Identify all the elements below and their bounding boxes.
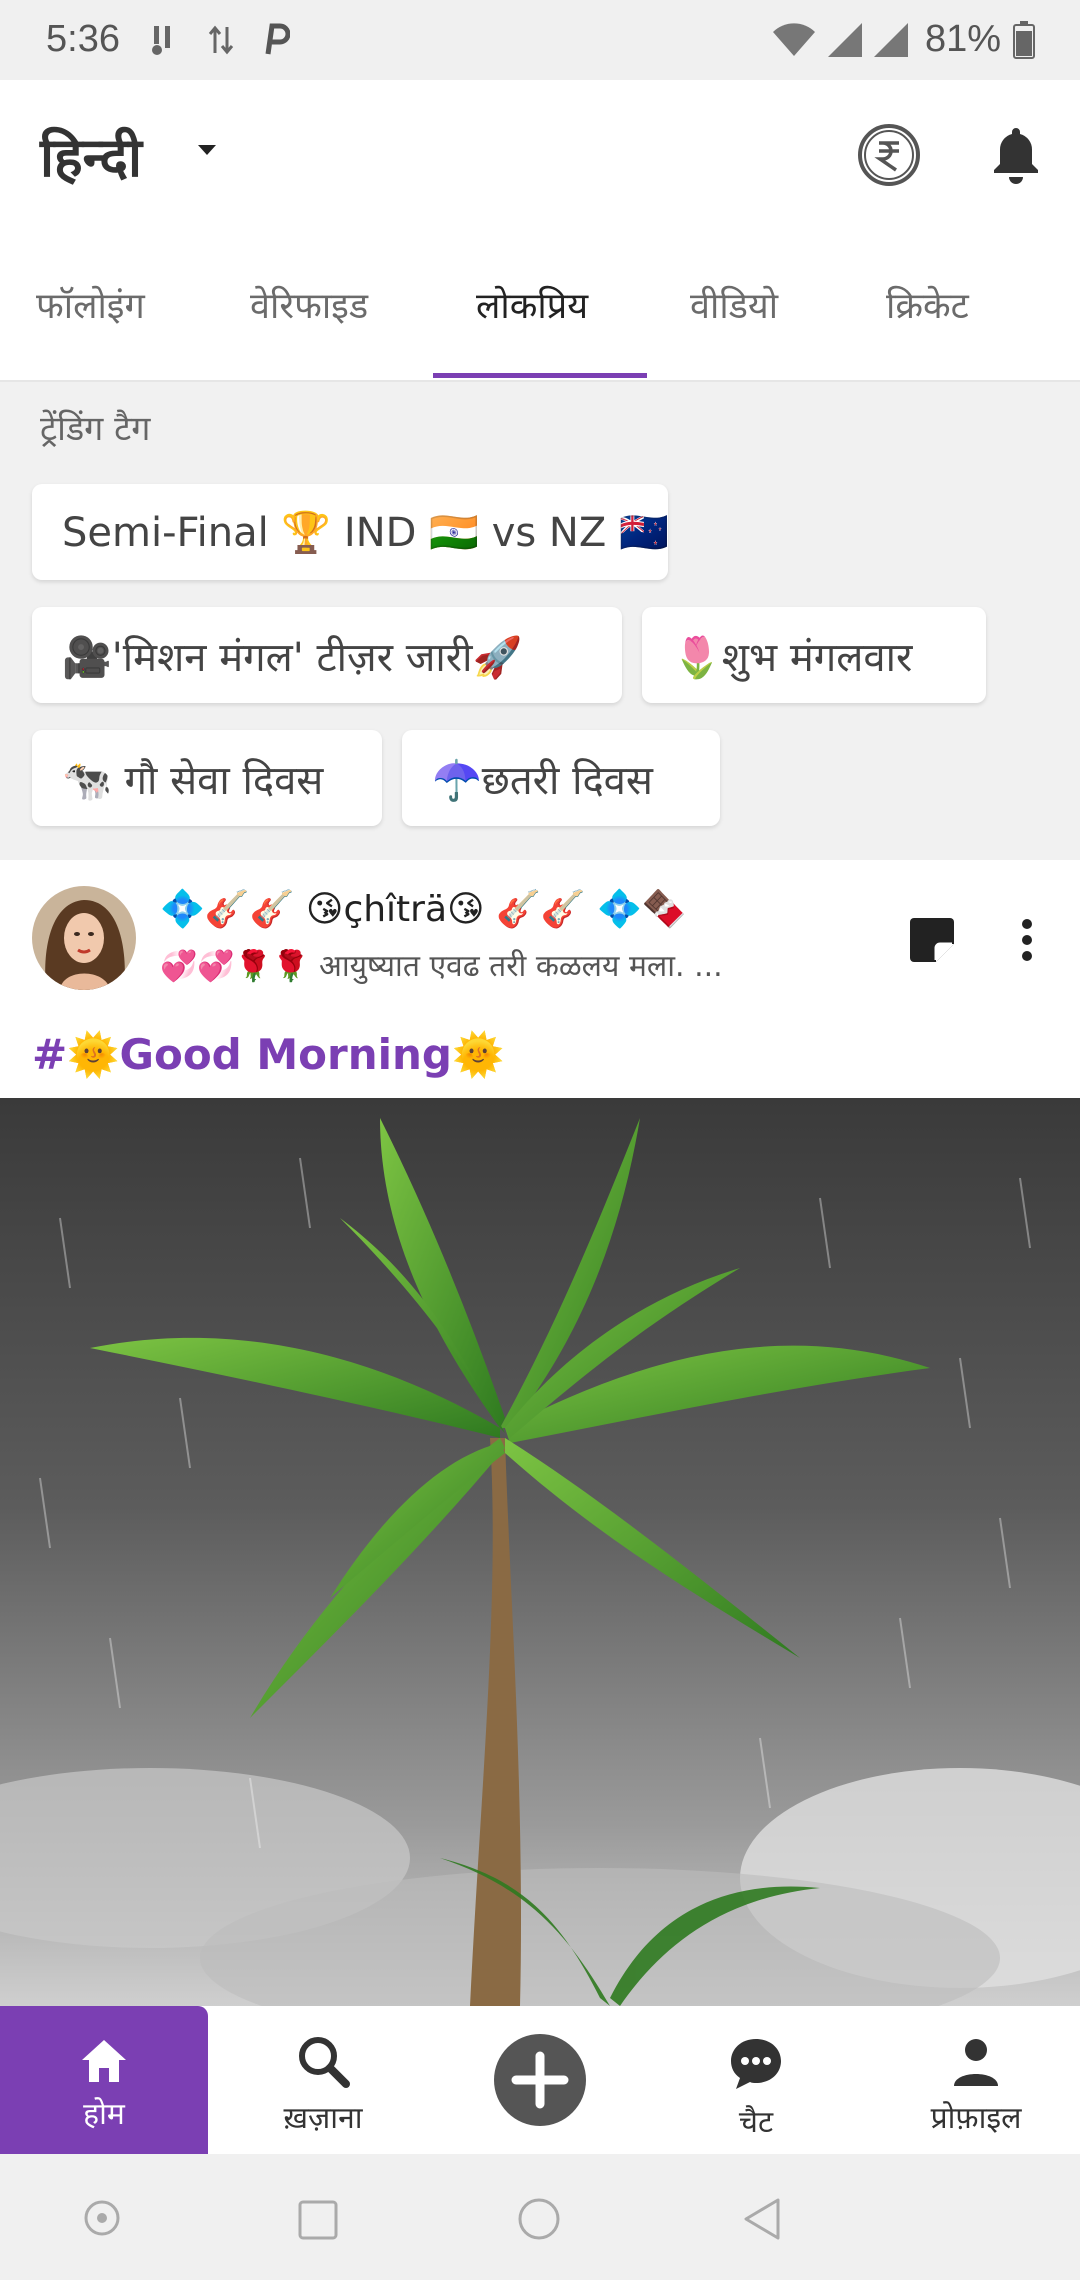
trending-tag-chip[interactable]: 🌷शुभ मंगलवार — [642, 607, 986, 703]
battery-icon — [1012, 20, 1036, 60]
nav-profile-label: प्रोफ़ाइल — [930, 2101, 1022, 2136]
post-author-name[interactable]: 💠🎸🎸 😘çhîträ😘 🎸🎸 💠🍫 — [160, 888, 687, 930]
trending-tag-chip[interactable]: 🐄 गौ सेवा दिवस — [32, 730, 382, 826]
trending-tag-chip[interactable]: ☂️छतरी दिवस — [402, 730, 720, 826]
tab-video[interactable]: वीडियो — [690, 280, 778, 329]
status-time: 5:36 — [46, 18, 120, 60]
person-icon — [950, 2036, 1002, 2092]
nav-create[interactable] — [480, 2006, 600, 2154]
data-transfer-icon — [206, 20, 236, 60]
app-notification-icon — [260, 20, 292, 60]
nav-profile[interactable]: प्रोफ़ाइल — [900, 2006, 1052, 2154]
trending-title: ट्रेंडिंग टैग — [40, 409, 151, 449]
add-circle-icon — [492, 2032, 588, 2132]
bell-icon[interactable] — [990, 124, 1042, 184]
battery-percent: 81% — [925, 18, 1002, 60]
home-icon — [78, 2036, 130, 2088]
feed-post: 💠🎸🎸 😘çhîträ😘 🎸🎸 💠🍫 💞💞🌹🌹 आयुष्यात एवढ तरी… — [0, 862, 1080, 2006]
system-navigation-bar — [0, 2154, 1080, 2280]
signal-icon-2 — [872, 20, 910, 60]
search-icon — [296, 2034, 350, 2092]
notification-icon — [146, 20, 180, 60]
post-author-status: 💞💞🌹🌹 आयुष्यात एवढ तरी कळलय मला. ... — [160, 949, 723, 984]
more-vert-icon[interactable] — [1012, 916, 1042, 964]
trending-tags-section: ट्रेंडिंग टैग Semi-Final 🏆 IND 🇮🇳 vs NZ … — [0, 382, 1080, 860]
app-header: हिन्दी — [0, 80, 1080, 240]
rupee-coin-icon[interactable] — [856, 122, 922, 188]
tab-popular[interactable]: लोकप्रिय — [476, 280, 588, 329]
assistant-dot-icon[interactable] — [82, 2198, 122, 2242]
nav-home-label: होम — [83, 2097, 125, 2132]
trending-tag-chip[interactable]: 🎥'मिशन मंगल' टीज़र जारी🚀 — [32, 607, 622, 703]
category-tabs: फॉलोइंग वेरिफाइड लोकप्रिय वीडियो क्रिकेट — [0, 240, 1080, 382]
status-bar: 5:36 81% — [0, 0, 1080, 80]
tab-verified[interactable]: वेरिफाइड — [250, 280, 368, 329]
tab-following[interactable]: फॉलोइंग — [36, 280, 145, 329]
home-button-icon[interactable] — [516, 2196, 562, 2246]
sticker-icon[interactable] — [908, 916, 956, 964]
chat-icon — [728, 2036, 784, 2096]
avatar[interactable] — [32, 886, 136, 990]
signal-icon — [826, 20, 864, 60]
back-icon[interactable] — [740, 2196, 784, 2246]
nav-explore[interactable]: ख़ज़ाना — [240, 2006, 406, 2154]
recents-icon[interactable] — [296, 2198, 340, 2246]
active-tab-indicator — [433, 373, 647, 378]
post-hashtag[interactable]: #🌞Good Morning🌞 — [32, 1030, 504, 1080]
nav-chat-label: चैट — [738, 2105, 774, 2140]
post-image[interactable] — [0, 1098, 1080, 2006]
nav-chat[interactable]: चैट — [700, 2006, 812, 2154]
nav-explore-label: ख़ज़ाना — [283, 2101, 363, 2136]
nav-home[interactable]: होम — [0, 2006, 208, 2154]
chevron-down-icon[interactable] — [196, 142, 218, 161]
language-selector[interactable]: हिन्दी — [40, 118, 142, 192]
tab-cricket[interactable]: क्रिकेट — [886, 280, 969, 329]
trending-tag-chip[interactable]: Semi-Final 🏆 IND 🇮🇳 vs NZ 🇳🇿 — [32, 484, 669, 580]
bottom-navigation: होम ख़ज़ाना चैट प्रोफ़ाइल — [0, 2006, 1080, 2154]
wifi-icon — [770, 20, 818, 60]
